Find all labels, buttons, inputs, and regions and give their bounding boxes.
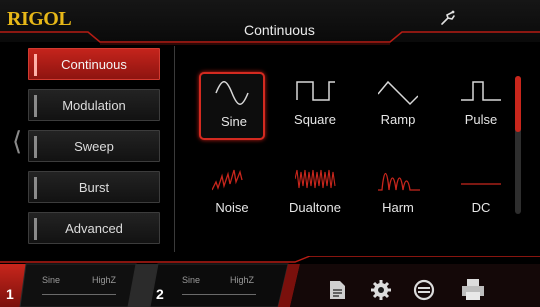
menu-item-continuous[interactable]: Continuous	[28, 48, 160, 80]
menu-item-modulation[interactable]: Modulation	[28, 89, 160, 121]
menu-item-label: Modulation	[62, 97, 126, 113]
menu-item-advanced[interactable]: Advanced	[28, 212, 160, 244]
menu-item-label: Advanced	[65, 220, 123, 236]
channel-2-waveform: Sine	[182, 275, 201, 285]
channel-1-number[interactable]: 1	[6, 286, 14, 302]
sine-wave-icon	[215, 81, 249, 105]
channel-2-impedance: HighZ	[230, 275, 255, 285]
gear-icon[interactable]	[370, 279, 392, 301]
waveform-dualtone-button[interactable]: Dualtone	[282, 160, 348, 228]
pulse-wave-icon	[461, 81, 501, 101]
waveform-pulse-button[interactable]: Pulse	[448, 72, 514, 140]
screen: RIGOL Continuous ⟨ Continuous Modulation…	[0, 0, 540, 307]
printer-icon[interactable]	[460, 277, 486, 301]
waveform-ramp-button[interactable]: Ramp	[365, 72, 431, 140]
channel-2-number[interactable]: 2	[156, 286, 164, 302]
waveform-harm-button[interactable]: Harm	[365, 160, 431, 228]
waveform-label: Square	[294, 112, 336, 127]
waveform-label: Harm	[382, 200, 414, 215]
waveform-label: Dualtone	[288, 200, 342, 215]
channel-1-waveform: Sine	[42, 275, 61, 285]
waveform-square-button[interactable]: Square	[282, 72, 348, 140]
page-title: Continuous	[244, 22, 315, 38]
waveform-label: Sine	[220, 114, 248, 129]
noise-wave-icon	[212, 169, 243, 191]
ramp-wave-icon	[378, 80, 418, 106]
footer-bar	[0, 256, 540, 307]
menu-item-burst[interactable]: Burst	[28, 171, 160, 203]
waveform-sine-button[interactable]: Sine	[199, 72, 265, 140]
menu-item-label: Sweep	[74, 138, 114, 154]
panel-divider	[174, 46, 175, 252]
sync-icon[interactable]	[413, 279, 435, 301]
menu-item-label: Burst	[78, 179, 110, 195]
channel-1-underline	[42, 294, 116, 295]
menu-item-sweep[interactable]: Sweep	[28, 130, 160, 162]
menu-item-label: Continuous	[61, 56, 127, 72]
waveform-dc-button[interactable]: DC	[448, 160, 514, 228]
scrollbar-thumb[interactable]	[515, 76, 521, 132]
usb-icon	[441, 10, 455, 25]
channel-1-impedance: HighZ	[92, 275, 117, 285]
channel-2-underline	[182, 294, 256, 295]
chevron-left-icon[interactable]: ⟨	[12, 128, 22, 154]
rigol-logo: RIGOL	[7, 8, 72, 30]
dc-wave-icon	[461, 183, 501, 185]
waveform-label: Noise	[215, 200, 249, 215]
waveform-label: Ramp	[380, 112, 416, 127]
dualtone-wave-icon	[295, 169, 336, 189]
waveform-label: DC	[471, 200, 491, 215]
document-icon[interactable]	[326, 279, 348, 301]
waveform-label: Pulse	[464, 112, 498, 127]
waveform-noise-button[interactable]: Noise	[199, 160, 265, 228]
harmonic-wave-icon	[378, 172, 420, 191]
square-wave-icon	[296, 81, 335, 101]
